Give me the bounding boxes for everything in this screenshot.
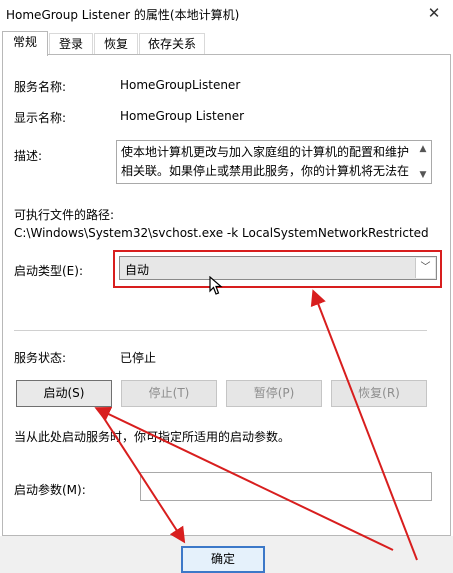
tab-recovery[interactable]: 恢复	[94, 33, 138, 55]
startup-type-value: 自动	[125, 263, 150, 277]
service-name-label: 服务名称:	[14, 80, 67, 94]
description-box[interactable]: 使本地计算机更改与加入家庭组的计算机的配置和维护 相关联。如果停止或禁用此服务，…	[116, 140, 432, 184]
ok-button[interactable]: 确定	[181, 546, 265, 573]
description-line: 使本地计算机更改与加入家庭组的计算机的配置和维护	[121, 145, 410, 159]
path-label: 可执行文件的路径:	[14, 208, 115, 222]
pause-button[interactable]: 暂停(P)	[226, 380, 322, 407]
start-button[interactable]: 启动(S)	[16, 380, 112, 407]
resume-button[interactable]: 恢复(R)	[331, 380, 427, 407]
scroll-up-icon[interactable]: ▲	[417, 143, 429, 155]
mouse-cursor-icon	[209, 276, 223, 295]
general-panel	[2, 54, 451, 536]
display-name-label: 显示名称:	[14, 111, 67, 125]
service-name-value: HomeGroupListener	[120, 78, 241, 92]
description-line: 相关联。如果停止或禁用此服务，你的计算机将无法在	[121, 164, 410, 178]
startup-type-label: 启动类型(E):	[14, 264, 83, 278]
stop-button[interactable]: 停止(T)	[121, 380, 217, 407]
section-divider	[14, 330, 427, 331]
display-name-value: HomeGroup Listener	[120, 109, 245, 123]
chevron-down-icon[interactable]: ﹀	[415, 258, 435, 278]
path-value: C:\Windows\System32\svchost.exe -k Local…	[14, 226, 429, 240]
start-params-input[interactable]	[140, 472, 432, 501]
service-status-label: 服务状态:	[14, 351, 67, 365]
close-icon[interactable]: ✕	[419, 2, 449, 24]
tab-logon[interactable]: 登录	[49, 33, 93, 55]
title-bar: HomeGroup Listener 的属性(本地计算机) ✕	[0, 0, 453, 28]
tab-dependencies[interactable]: 依存关系	[139, 33, 205, 55]
scroll-down-icon[interactable]: ▼	[417, 169, 429, 181]
tab-general[interactable]: 常规	[2, 31, 48, 56]
service-status-value: 已停止	[120, 351, 157, 365]
description-label: 描述:	[14, 149, 43, 163]
start-params-label: 启动参数(M):	[14, 483, 86, 497]
startup-type-select[interactable]: 自动 ﹀	[119, 256, 437, 280]
window-title: HomeGroup Listener 的属性(本地计算机)	[6, 8, 240, 22]
tab-strip: 常规 登录 恢复 依存关系	[0, 31, 453, 56]
start-params-hint: 当从此处启动服务时，你可指定所适用的启动参数。	[14, 430, 291, 444]
